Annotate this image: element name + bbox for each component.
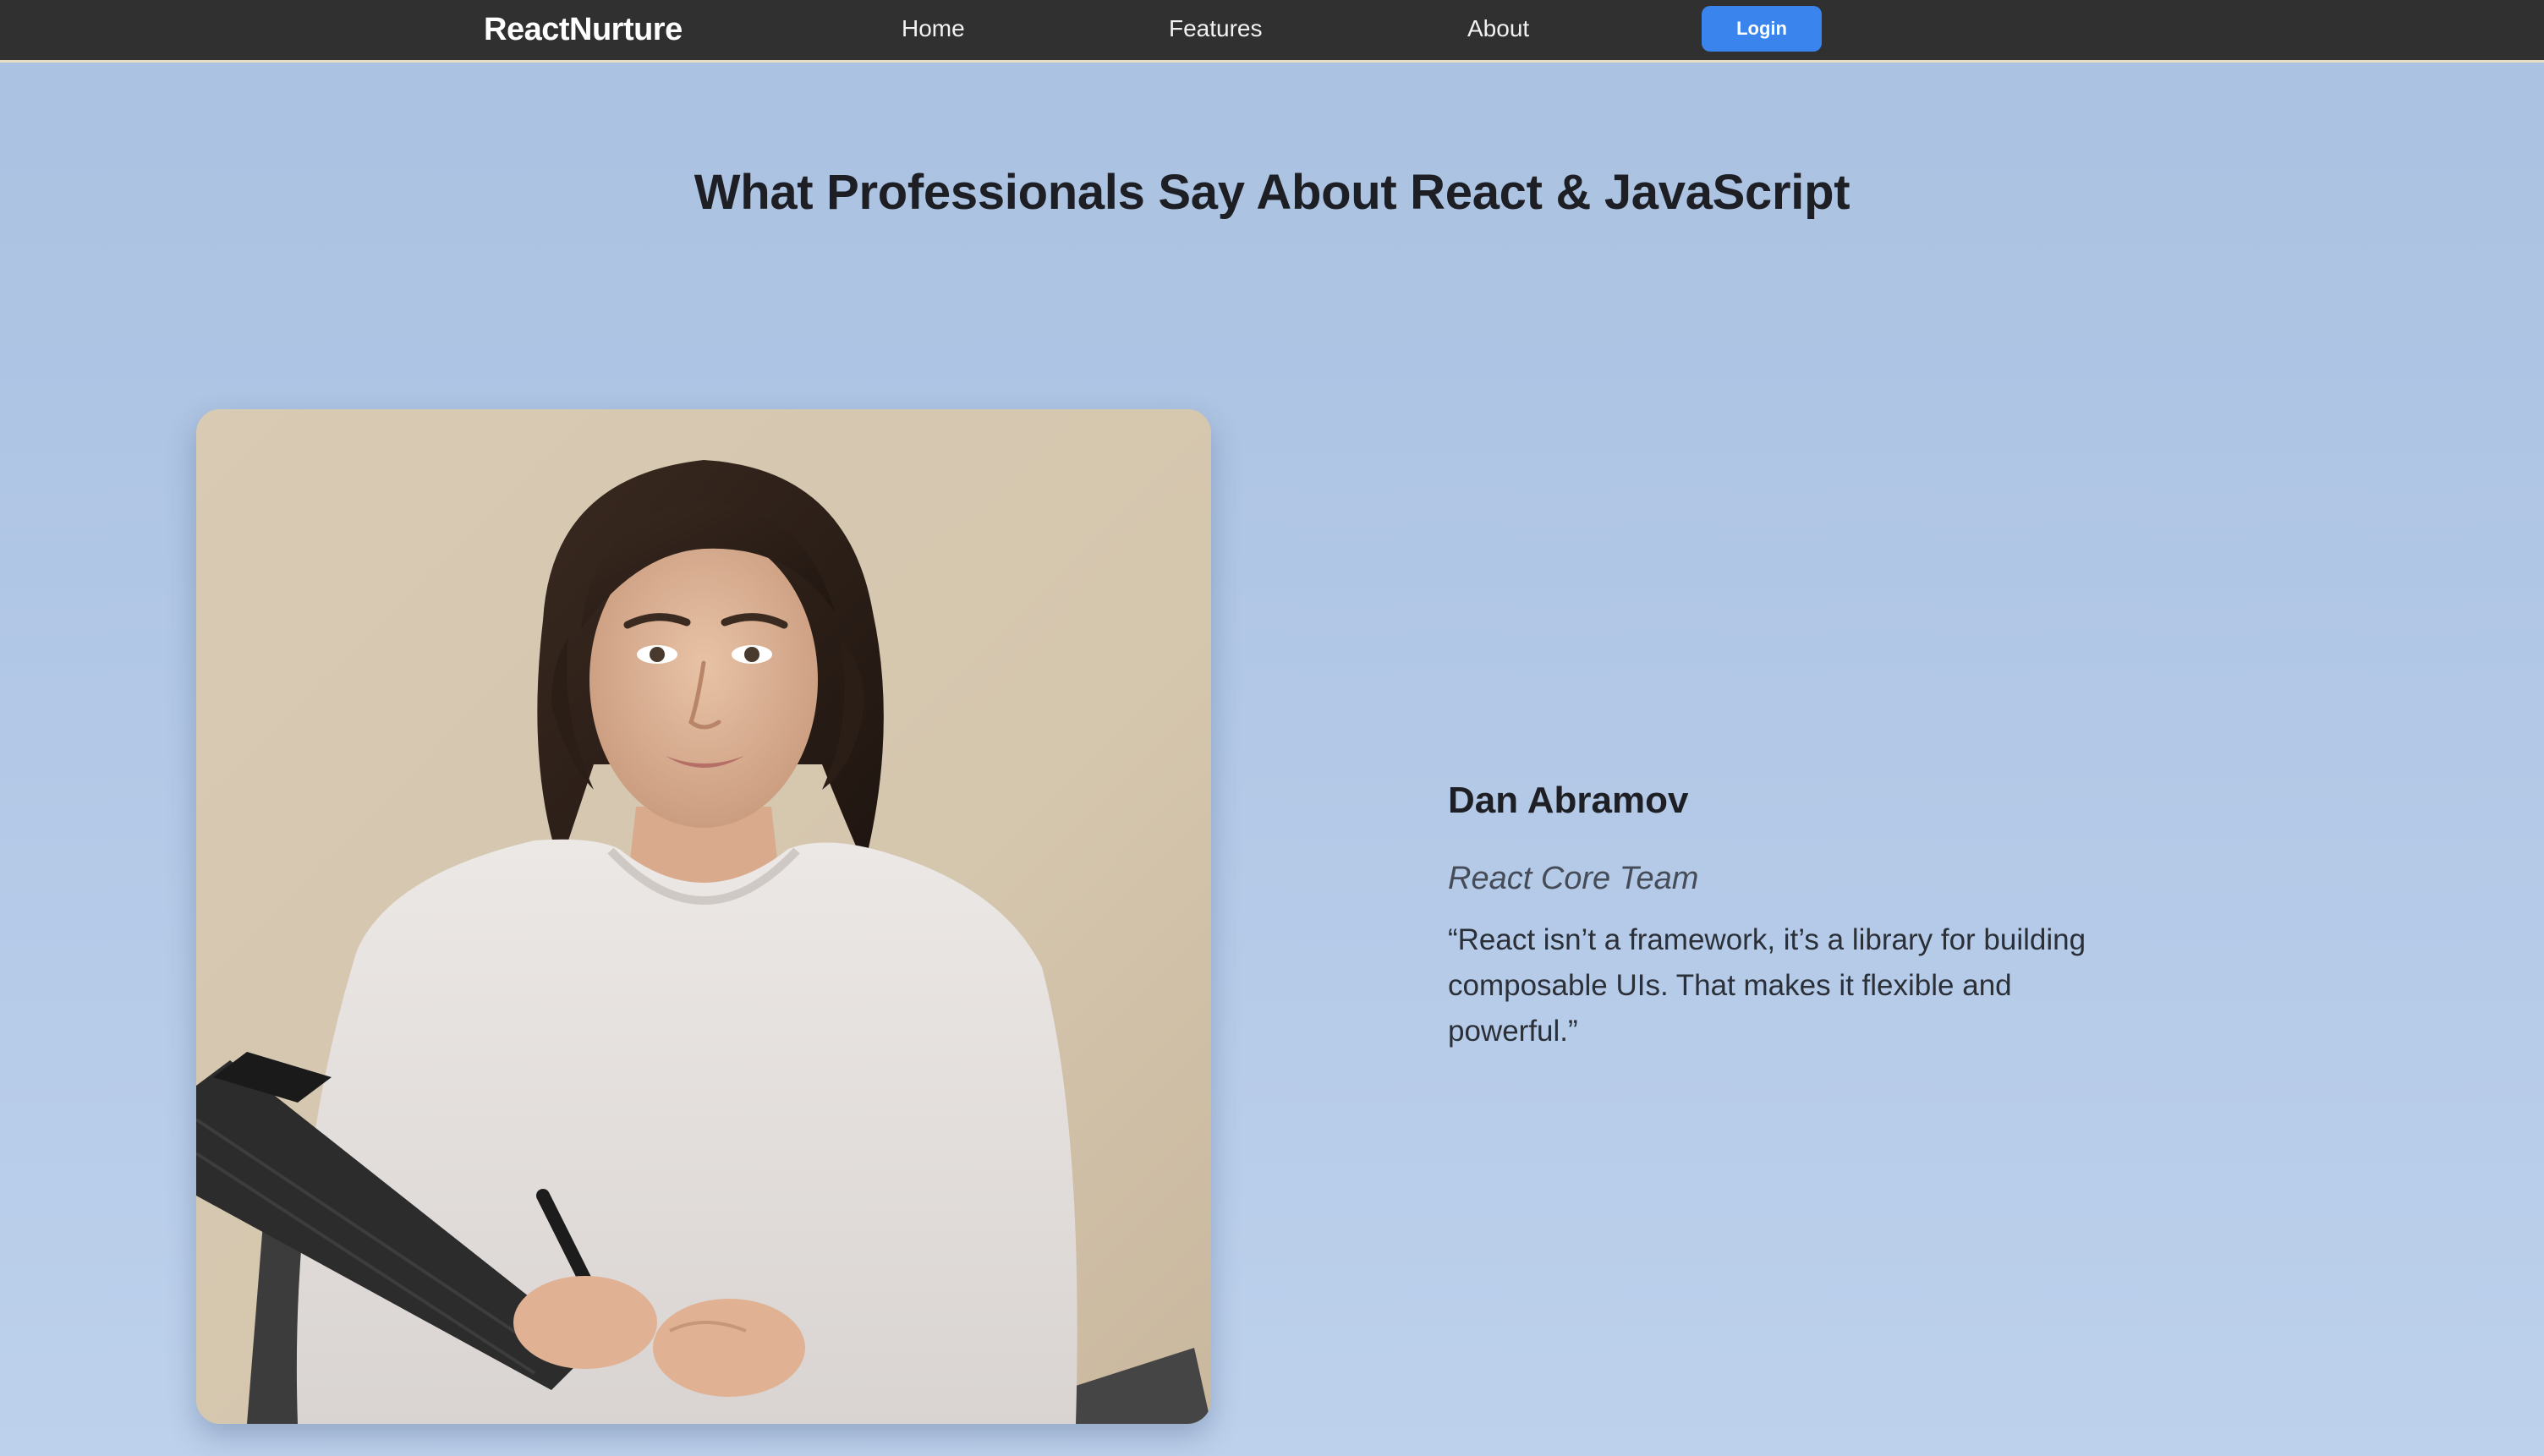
brand-logo[interactable]: ReactNurture [484, 8, 683, 51]
page-title: What Professionals Say About React & Jav… [694, 165, 1850, 220]
nav-link-features[interactable]: Features [1169, 10, 1263, 47]
testimonial-quote: “React isn’t a framework, it’s a library… [1448, 923, 2086, 1048]
testimonial-photo [196, 409, 1211, 1424]
nav-link-home[interactable]: Home [902, 10, 965, 47]
testimonial-role: React Core Team [1448, 861, 1699, 896]
login-button[interactable]: Login [1702, 6, 1822, 52]
testimonial-name: Dan Abramov [1448, 780, 1689, 821]
portrait-photo-icon [196, 409, 1211, 1424]
nav-link-about[interactable]: About [1467, 10, 1529, 47]
top-navbar: ReactNurture Home Features About Login [0, 0, 2544, 63]
